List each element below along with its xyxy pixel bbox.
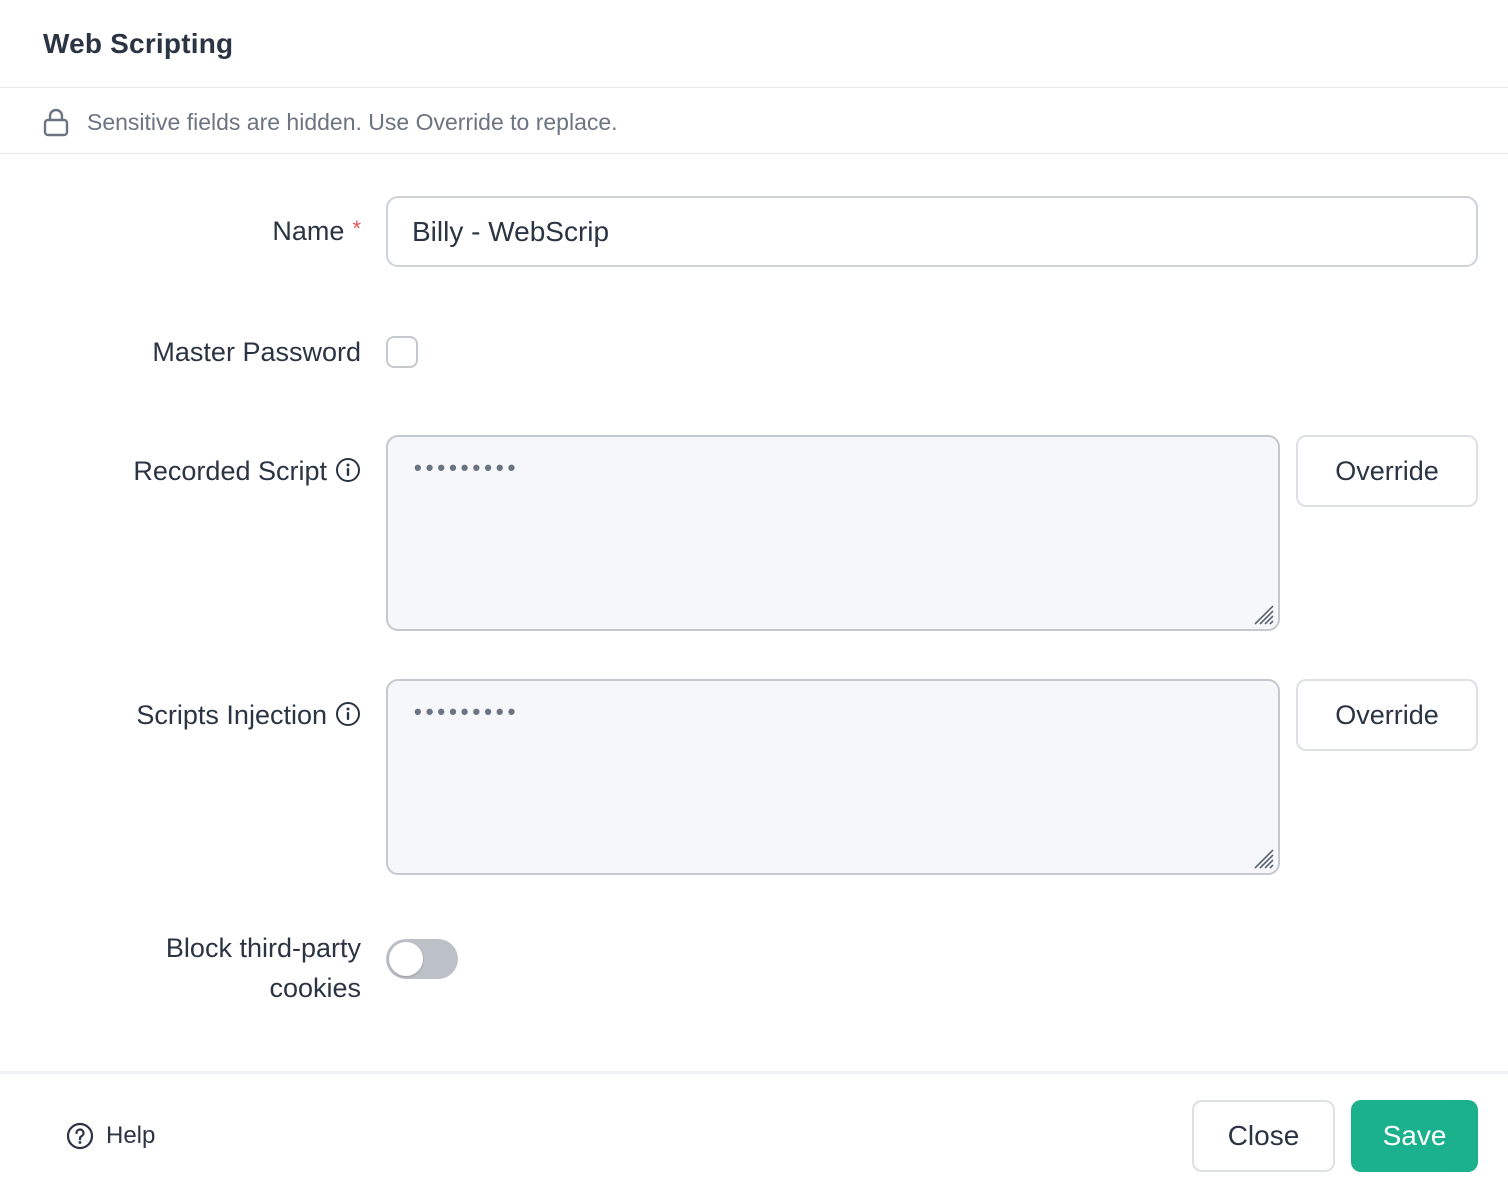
- master-password-checkbox[interactable]: [386, 336, 418, 368]
- dialog-header: Web Scripting: [0, 0, 1508, 88]
- block-cookies-label: Block third-party cookies: [165, 933, 361, 1003]
- dialog-title: Web Scripting: [43, 28, 234, 59]
- block-cookies-toggle[interactable]: [386, 939, 458, 979]
- masked-value: •••••••••: [414, 699, 520, 724]
- master-password-label: Master Password: [152, 337, 361, 367]
- recorded-script-textarea[interactable]: •••••••••: [386, 435, 1280, 631]
- scripts-injection-textarea[interactable]: •••••••••: [386, 679, 1280, 875]
- recorded-script-override-button[interactable]: Override: [1296, 435, 1478, 507]
- question-circle-icon: [66, 1122, 94, 1150]
- sensitive-notice: Sensitive fields are hidden. Use Overrid…: [0, 89, 1508, 154]
- resize-grip-icon[interactable]: [1251, 846, 1275, 870]
- help-label: Help: [106, 1122, 156, 1149]
- info-icon[interactable]: [335, 457, 361, 483]
- name-input[interactable]: [386, 196, 1478, 267]
- notice-text: Sensitive fields are hidden. Use Overrid…: [87, 109, 618, 135]
- required-mark: *: [352, 216, 361, 241]
- resize-grip-icon[interactable]: [1251, 602, 1275, 626]
- scripts-injection-override-button[interactable]: Override: [1296, 679, 1478, 751]
- dialog-footer: Help Close Save: [0, 1071, 1508, 1190]
- masked-value: •••••••••: [414, 455, 520, 480]
- save-button[interactable]: Save: [1351, 1100, 1478, 1172]
- toggle-knob: [389, 942, 423, 976]
- scripts-injection-label: Scripts Injection: [136, 700, 361, 731]
- close-button[interactable]: Close: [1192, 1100, 1335, 1172]
- lock-icon: [43, 108, 69, 137]
- help-link[interactable]: Help: [66, 1122, 155, 1150]
- recorded-script-label: Recorded Script: [133, 456, 361, 487]
- info-icon[interactable]: [335, 701, 361, 727]
- name-label: Name *: [272, 216, 361, 246]
